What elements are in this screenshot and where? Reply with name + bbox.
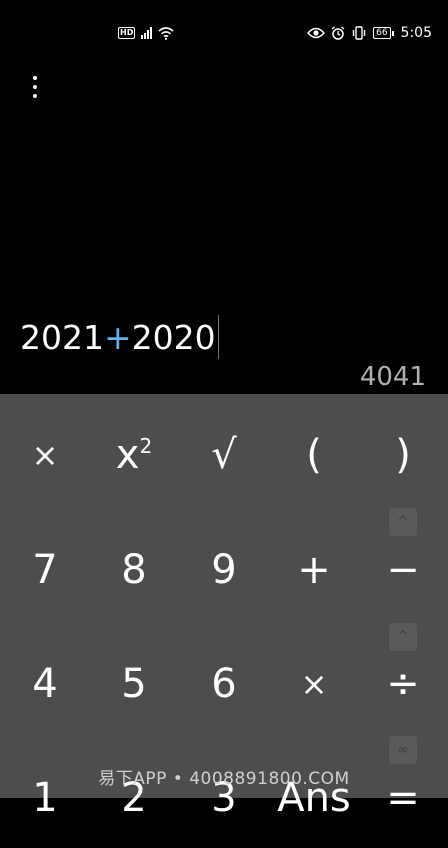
key-7[interactable]: 7 <box>0 520 90 620</box>
keypad: × x2 √ ( ) ^ ^ ∞ 7 8 9 + − 4 5 6 × ÷ 1 2… <box>0 394 448 821</box>
alarm-icon <box>331 26 345 40</box>
text-cursor <box>217 315 219 359</box>
key-multiply[interactable]: × <box>269 634 359 734</box>
key-8[interactable]: 8 <box>89 520 179 620</box>
more-menu-icon[interactable] <box>26 70 44 104</box>
key-divide[interactable]: ÷ <box>358 634 448 734</box>
key-4[interactable]: 4 <box>0 634 90 734</box>
key-ans[interactable]: Ans <box>269 748 359 848</box>
key-minus[interactable]: − <box>358 520 448 620</box>
key-open-paren[interactable]: ( <box>269 405 359 505</box>
battery-icon: 66 <box>373 27 395 39</box>
eye-icon <box>307 27 326 39</box>
key-square[interactable]: x2 <box>89 405 179 505</box>
expression-operator: + <box>103 317 132 357</box>
expression-display[interactable]: 2021 + 2020 <box>20 314 219 360</box>
key-sqrt[interactable]: √ <box>179 405 269 505</box>
expression-operand-a: 2021 <box>20 317 104 357</box>
key-6[interactable]: 6 <box>179 634 269 734</box>
result-preview: 4041 <box>359 362 426 392</box>
expression-operand-b: 2020 <box>131 317 216 357</box>
key-1[interactable]: 1 <box>0 748 90 848</box>
vibrate-icon <box>352 26 366 40</box>
hd-icon: HD <box>118 27 136 39</box>
key-close-paren[interactable]: ) <box>358 405 448 505</box>
key-5[interactable]: 5 <box>89 634 179 734</box>
status-bar: HD 66 5:05 <box>0 0 448 66</box>
key-9[interactable]: 9 <box>179 520 269 620</box>
wifi-icon <box>158 26 174 40</box>
key-2[interactable]: 2 <box>89 748 179 848</box>
key-multiply-top[interactable]: × <box>0 405 90 505</box>
watermark: 易下APP • 4008891800.COM <box>98 769 350 789</box>
key-plus[interactable]: + <box>269 520 359 620</box>
key-equals[interactable]: = <box>358 748 448 848</box>
key-3[interactable]: 3 <box>179 748 269 848</box>
clock: 5:05 <box>400 25 432 41</box>
signal-icon <box>141 27 153 39</box>
